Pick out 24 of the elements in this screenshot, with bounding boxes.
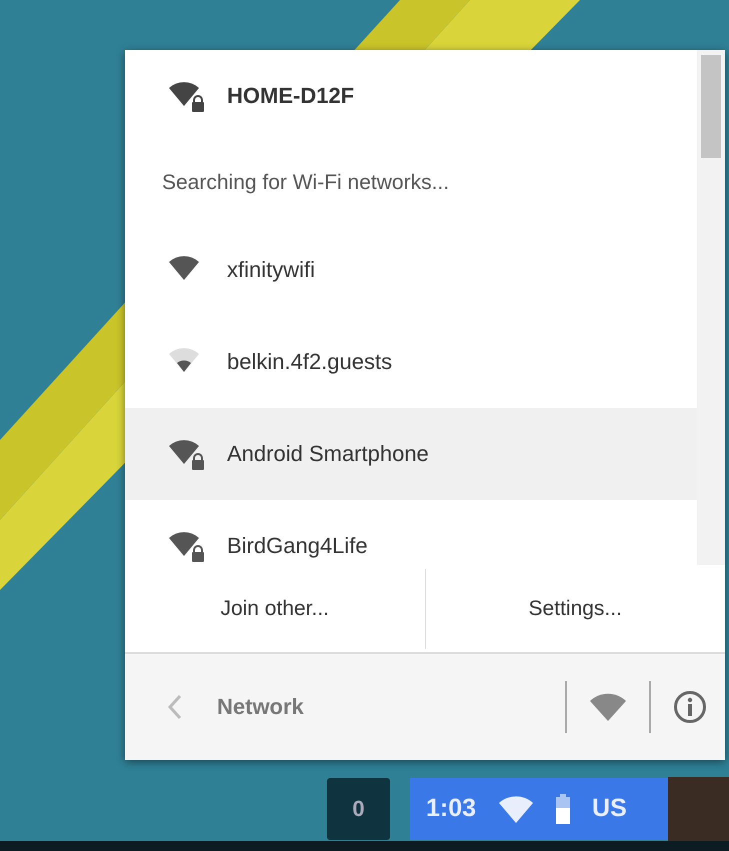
status-tray[interactable]: 1:03 US xyxy=(410,778,668,840)
current-network-row[interactable]: HOME-D12F xyxy=(125,50,697,142)
scrollbar[interactable] xyxy=(697,50,725,565)
network-name: xfinitywifi xyxy=(227,257,316,283)
network-name: Android Smartphone xyxy=(227,441,429,467)
wifi-toggle-button[interactable] xyxy=(589,693,627,721)
keyboard-layout: US xyxy=(592,794,627,823)
battery-icon xyxy=(556,794,570,824)
network-name: BirdGang4Life xyxy=(227,533,368,559)
network-row[interactable]: Android Smartphone xyxy=(125,408,697,500)
wifi-icon xyxy=(589,693,627,721)
network-name: HOME-D12F xyxy=(227,83,354,109)
footer-title: Network xyxy=(217,694,305,720)
info-button[interactable] xyxy=(673,690,707,724)
scroll-thumb[interactable] xyxy=(701,55,721,158)
status-text: Searching for Wi-Fi networks... xyxy=(161,170,450,196)
network-name: belkin.4f2.guests xyxy=(227,349,392,375)
info-icon xyxy=(673,690,707,724)
back-button[interactable] xyxy=(167,693,183,721)
clock-time: 1:03 xyxy=(426,794,476,823)
back-chevron-icon xyxy=(167,693,183,721)
notification-count[interactable]: 0 xyxy=(327,778,390,840)
wifi-icon xyxy=(498,794,534,822)
avatar-photo-placeholder[interactable] xyxy=(668,776,729,840)
